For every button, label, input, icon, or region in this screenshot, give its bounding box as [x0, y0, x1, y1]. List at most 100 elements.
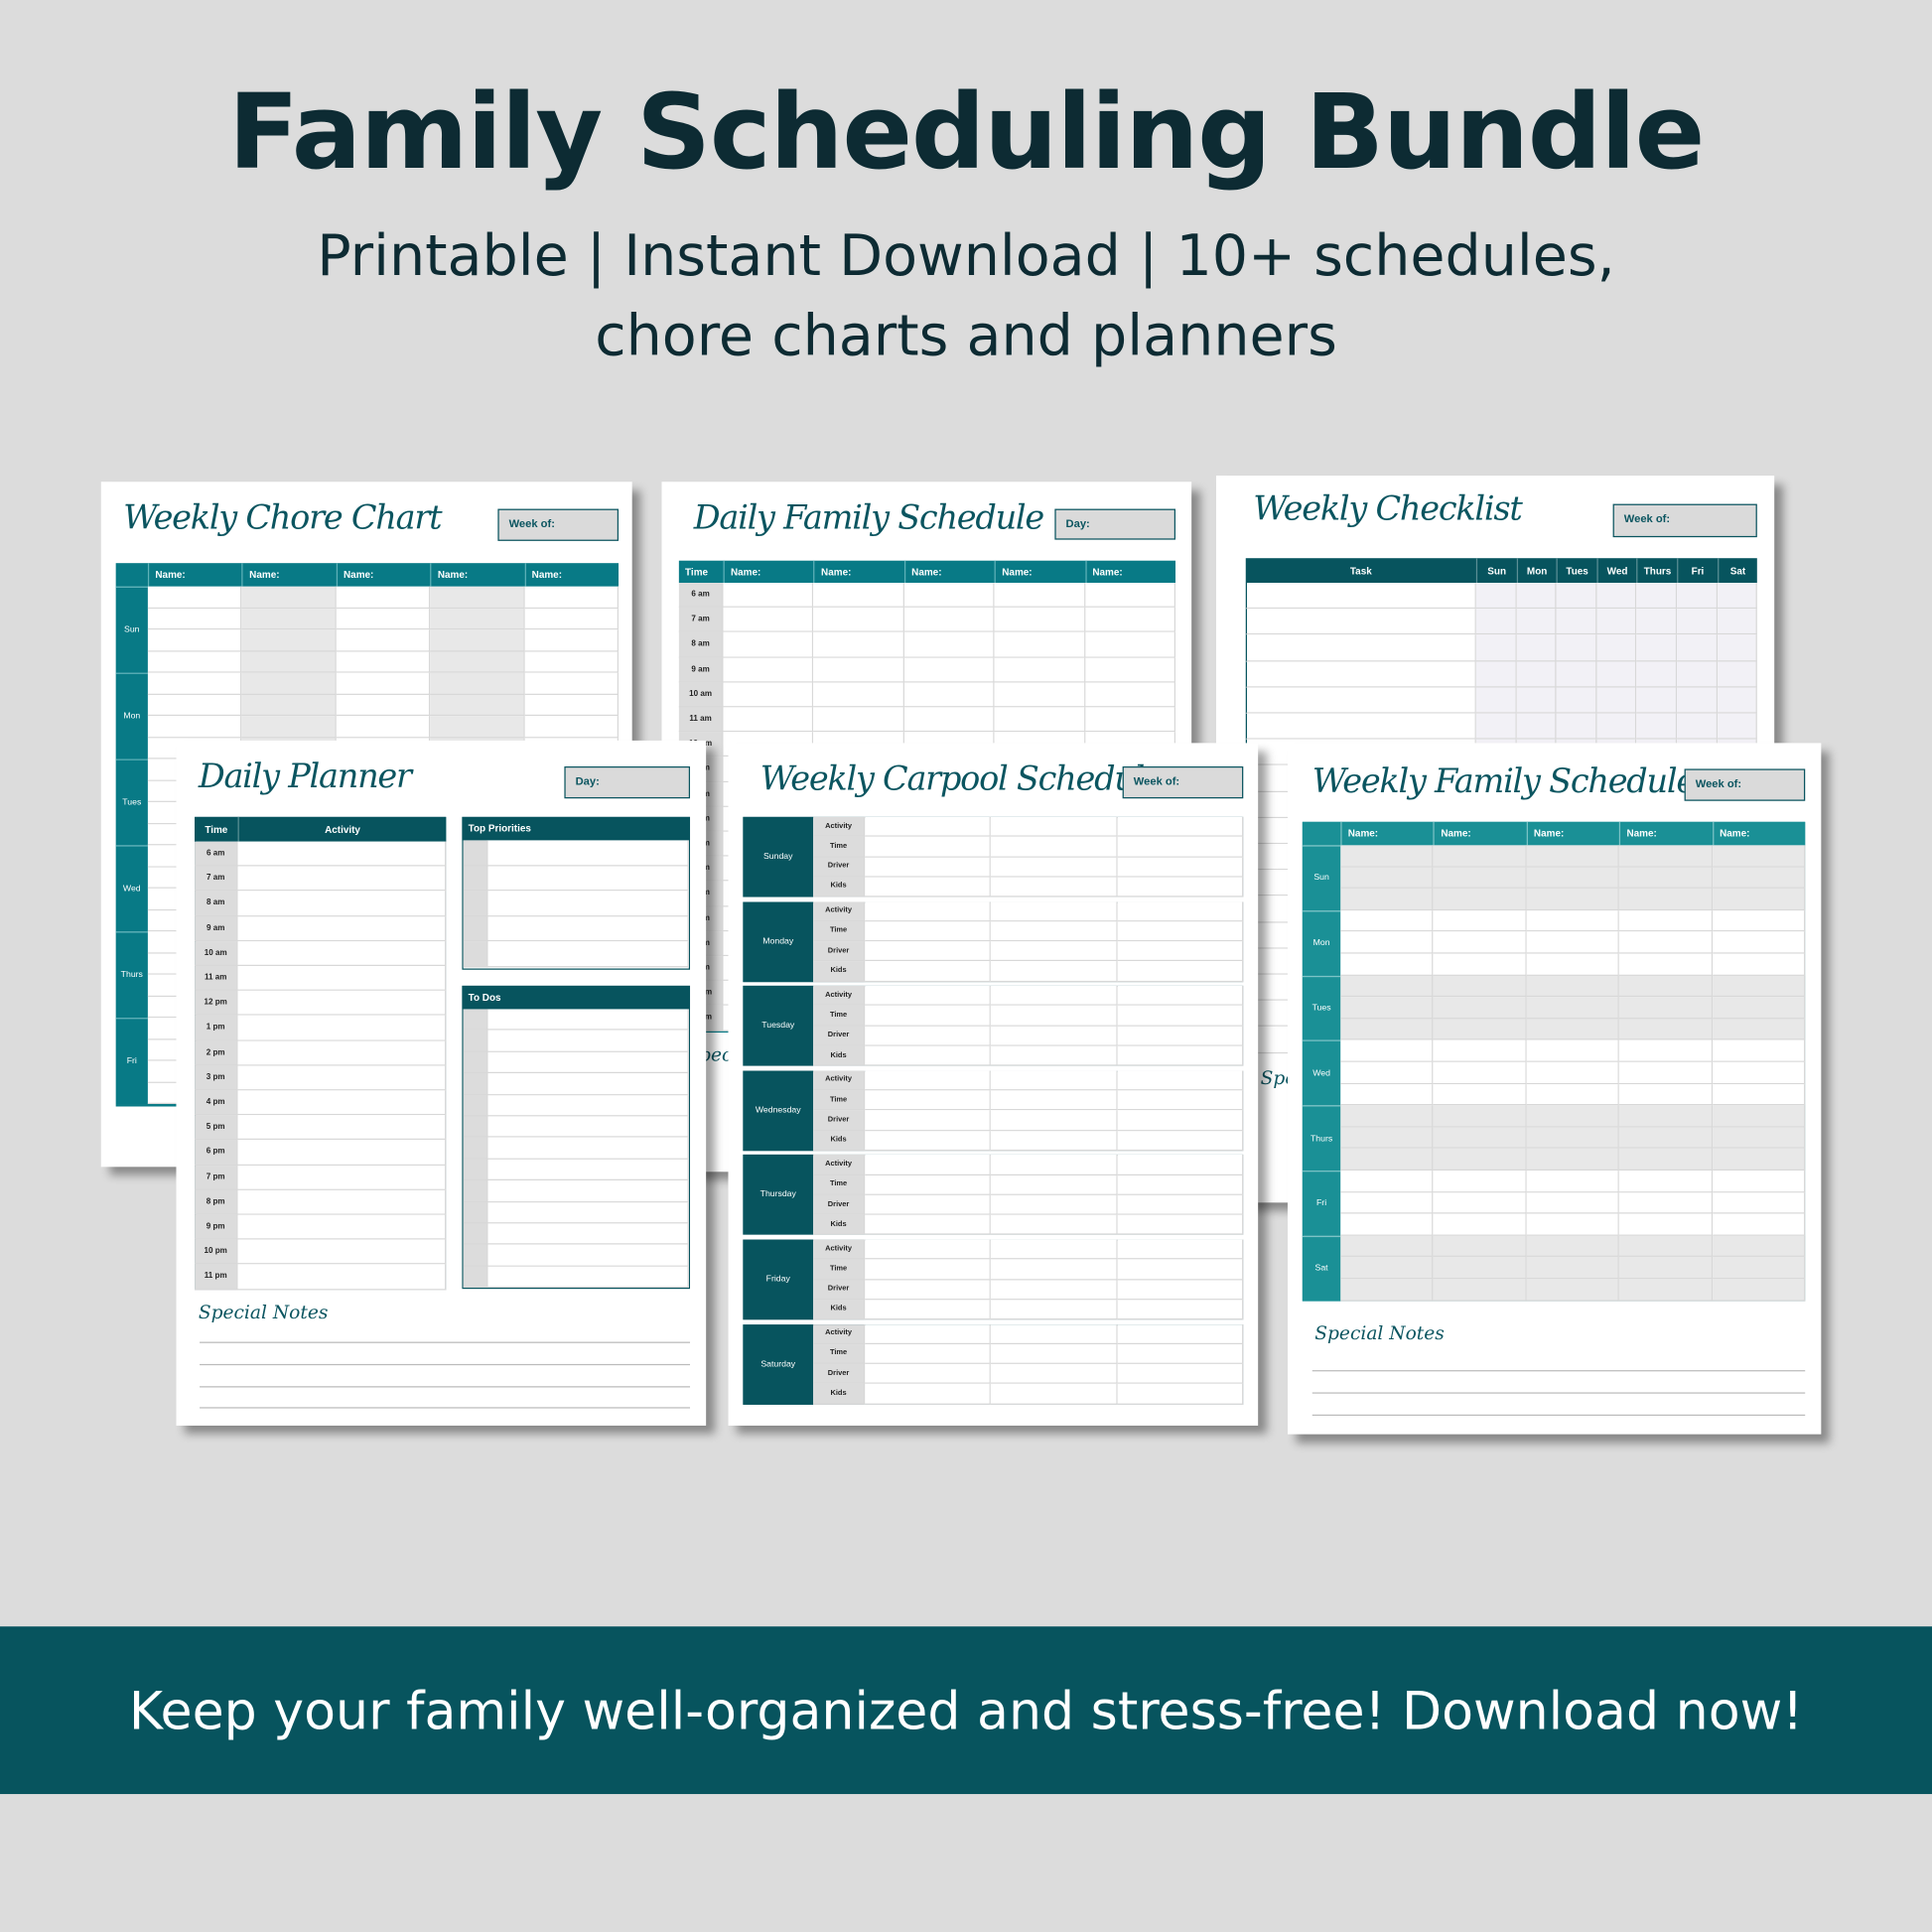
carpool-cell	[1117, 1279, 1244, 1301]
week-of-field[interactable]: Week of:	[1612, 503, 1757, 538]
day-label: Wed	[115, 845, 148, 932]
schedule-cell	[1619, 931, 1713, 954]
schedule-cell	[1712, 1213, 1806, 1236]
page-title: Weekly Chore Chart	[123, 498, 442, 538]
chore-cell	[336, 694, 431, 717]
page-title: Daily Family Schedule	[693, 498, 1045, 538]
carpool-cell	[991, 1110, 1118, 1131]
schedule-cell	[1712, 931, 1806, 954]
day-label: Tuesday	[743, 986, 814, 1066]
list-line	[487, 1159, 689, 1181]
schedule-cell	[1619, 867, 1713, 890]
schedule-cell	[1526, 845, 1620, 868]
day-header: Sat	[1717, 558, 1757, 584]
column-header: Name:	[723, 560, 814, 584]
chore-cell	[430, 694, 525, 717]
check-cell	[1677, 634, 1718, 661]
carpool-cell	[1117, 986, 1244, 1007]
time-label: 8 pm	[195, 1189, 238, 1215]
day-field[interactable]: Day:	[564, 765, 691, 799]
day-label: Sat	[1302, 1235, 1341, 1302]
schedule-cell	[994, 608, 1085, 633]
schedule-cell	[1526, 931, 1620, 954]
list-line	[487, 1138, 689, 1160]
chore-cell	[147, 694, 242, 717]
time-label: 8 am	[195, 891, 238, 916]
schedule-cell	[1712, 1039, 1806, 1062]
day-label: Sun	[1302, 845, 1341, 910]
carpool-cell	[991, 961, 1118, 982]
chore-cell	[241, 672, 337, 695]
week-of-field[interactable]: Week of:	[497, 508, 620, 541]
chore-cell	[241, 694, 337, 717]
field-label: Kids	[813, 1214, 866, 1236]
schedule-cell	[723, 682, 814, 708]
check-cell	[1677, 687, 1718, 714]
schedule-cell	[1712, 1061, 1806, 1084]
checkbox-cell	[463, 840, 488, 866]
checkbox-cell	[463, 891, 488, 916]
task-cell	[1245, 583, 1476, 610]
schedule-cell	[1619, 1191, 1713, 1214]
carpool-cell	[865, 1045, 992, 1066]
day-label: Tues	[115, 759, 148, 846]
notes-line	[200, 1407, 691, 1409]
carpool-cell	[865, 1239, 992, 1260]
check-cell	[1556, 713, 1597, 740]
chore-cell	[430, 650, 525, 673]
carpool-cell	[865, 816, 992, 838]
time-label: 10 am	[195, 940, 238, 967]
checkbox-cell	[463, 941, 488, 967]
schedule-cell	[1084, 608, 1175, 633]
carpool-cell	[1117, 1006, 1244, 1027]
task-cell	[1245, 713, 1476, 740]
check-cell	[1717, 609, 1758, 635]
carpool-cell	[991, 1279, 1118, 1301]
notes-line	[200, 1341, 691, 1343]
schedule-cell	[1433, 1191, 1527, 1214]
day-header: Thurs	[1636, 558, 1677, 584]
carpool-cell	[1117, 921, 1244, 942]
day-label: Friday	[743, 1239, 814, 1320]
day-header: Sun	[1475, 558, 1516, 584]
schedule-cell	[994, 632, 1085, 658]
activity-cell	[237, 841, 447, 867]
week-of-field[interactable]: Week of:	[1122, 765, 1244, 799]
schedule-cell	[1526, 1127, 1620, 1150]
checkbox-cell	[463, 1009, 488, 1032]
list-line	[487, 1094, 689, 1117]
day-label: Wednesday	[743, 1070, 814, 1151]
carpool-cell	[1117, 1090, 1244, 1111]
activity-header: Activity	[237, 816, 447, 842]
schedule-cell	[1526, 867, 1620, 890]
time-label: 5 pm	[195, 1115, 238, 1141]
week-of-field[interactable]: Week of:	[1684, 768, 1806, 801]
time-label: 11 pm	[195, 1264, 238, 1290]
time-header: Time	[195, 816, 238, 842]
day-label: Mon	[1302, 909, 1341, 976]
schedule-cell	[1433, 1083, 1527, 1106]
day-field[interactable]: Day:	[1054, 508, 1176, 540]
carpool-cell	[1117, 1364, 1244, 1385]
check-cell	[1596, 713, 1637, 740]
check-cell	[1516, 660, 1557, 688]
day-label: Fri	[115, 1018, 148, 1105]
check-cell	[1636, 660, 1678, 688]
carpool-cell	[991, 986, 1118, 1007]
carpool-cell	[991, 1026, 1118, 1046]
chore-cell	[336, 650, 431, 673]
checkbox-cell	[463, 1201, 488, 1224]
schedule-cell	[1712, 997, 1806, 1020]
day-label: Fri	[1302, 1171, 1341, 1236]
check-cell	[1516, 687, 1557, 714]
day-label: Tues	[1302, 975, 1341, 1040]
carpool-cell	[991, 1214, 1118, 1236]
check-cell	[1677, 660, 1718, 688]
schedule-cell	[1526, 889, 1620, 910]
field-label: Kids	[813, 961, 866, 982]
schedule-cell	[1712, 909, 1806, 932]
schedule-cell	[723, 608, 814, 633]
schedule-cell	[1712, 1235, 1806, 1258]
field-label: Driver	[813, 1279, 866, 1301]
carpool-cell	[1117, 1259, 1244, 1280]
